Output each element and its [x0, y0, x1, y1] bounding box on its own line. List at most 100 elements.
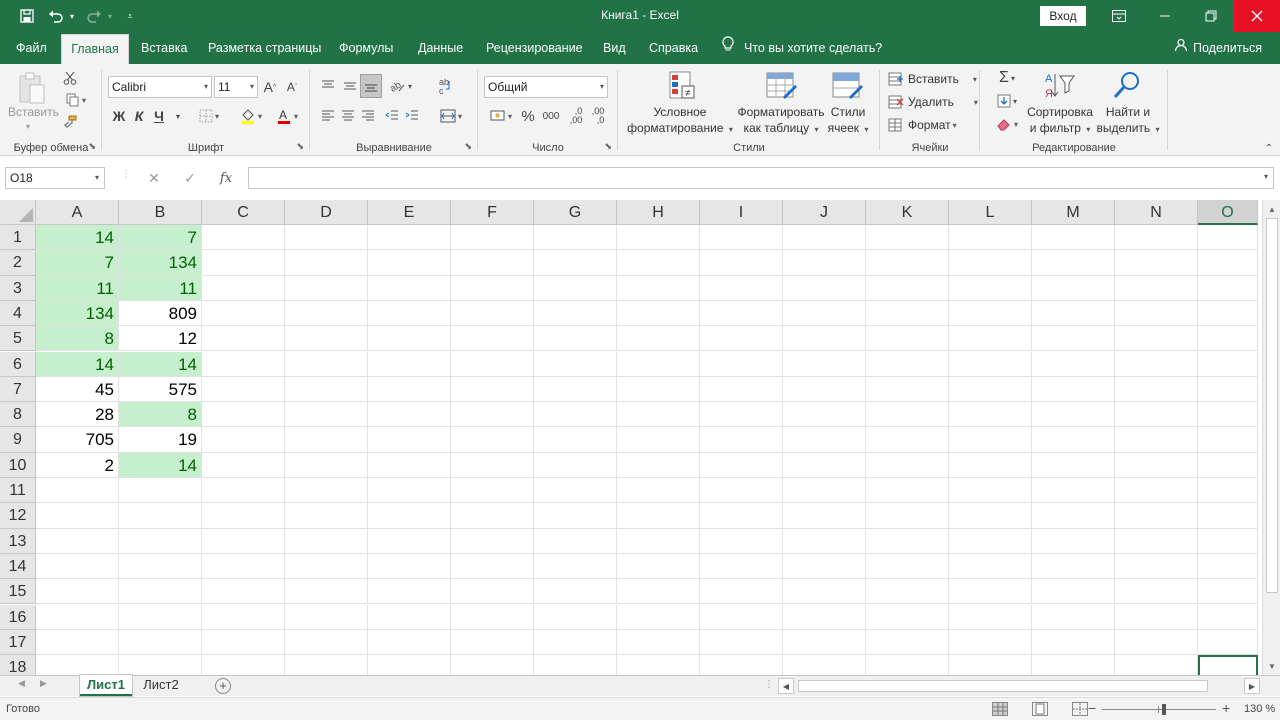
- cell-h15[interactable]: [617, 579, 700, 605]
- accounting-format-icon[interactable]: ▾: [484, 106, 518, 126]
- cell-c16[interactable]: [202, 604, 285, 630]
- cell-a5[interactable]: 8: [36, 326, 119, 352]
- undo-icon[interactable]: [46, 6, 66, 26]
- cell-a17[interactable]: [36, 629, 119, 656]
- cell-e3[interactable]: [368, 275, 451, 301]
- restore-icon[interactable]: [1188, 0, 1234, 32]
- cell-o16[interactable]: [1198, 604, 1258, 630]
- cell-d11[interactable]: [285, 478, 368, 504]
- cell-l8[interactable]: [949, 402, 1032, 428]
- format-as-table-icon[interactable]: [764, 68, 798, 104]
- cell-j9[interactable]: [783, 427, 866, 453]
- close-icon[interactable]: [1234, 0, 1280, 32]
- fill-color-icon[interactable]: ▾: [234, 106, 268, 126]
- cell-d4[interactable]: [285, 300, 368, 327]
- cell-g6[interactable]: [534, 351, 617, 377]
- tab-insert[interactable]: Вставка: [141, 34, 187, 64]
- cell-c9[interactable]: [202, 427, 285, 453]
- cell-n10[interactable]: [1115, 452, 1198, 478]
- row-header-18[interactable]: 18: [0, 655, 36, 675]
- cell-a10[interactable]: 2: [36, 452, 119, 478]
- fill-icon[interactable]: ▾: [990, 91, 1024, 111]
- cell-g16[interactable]: [534, 604, 617, 630]
- scroll-right-icon[interactable]: ▶: [1244, 678, 1260, 694]
- cell-g17[interactable]: [534, 629, 617, 656]
- cell-g15[interactable]: [534, 579, 617, 605]
- column-header-o[interactable]: O: [1198, 200, 1258, 225]
- cell-j4[interactable]: [783, 300, 866, 327]
- cell-k10[interactable]: [866, 452, 949, 478]
- cell-k4[interactable]: [866, 300, 949, 327]
- column-header-l[interactable]: L: [949, 200, 1032, 225]
- cell-d3[interactable]: [285, 275, 368, 301]
- conditional-formatting-button[interactable]: форматирование ▾: [622, 121, 738, 137]
- format-as-table-button[interactable]: как таблицу ▾: [730, 121, 832, 137]
- cell-d10[interactable]: [285, 452, 368, 478]
- bold-button[interactable]: Ж: [110, 106, 128, 126]
- cell-o3[interactable]: [1198, 275, 1258, 301]
- collapse-ribbon-icon[interactable]: ⌃: [1262, 142, 1276, 154]
- cell-b5[interactable]: 12: [119, 326, 202, 352]
- cell-b12[interactable]: [119, 503, 202, 529]
- cell-i14[interactable]: [700, 553, 783, 580]
- cell-d18[interactable]: [285, 655, 368, 675]
- cell-b2[interactable]: 134: [119, 250, 202, 276]
- cell-o15[interactable]: [1198, 579, 1258, 605]
- cell-j6[interactable]: [783, 351, 866, 377]
- cell-j1[interactable]: [783, 225, 866, 251]
- cell-k11[interactable]: [866, 478, 949, 504]
- column-header-g[interactable]: G: [534, 200, 617, 225]
- cell-h1[interactable]: [617, 225, 700, 251]
- cell-f15[interactable]: [451, 579, 534, 605]
- expand-formula-bar-icon[interactable]: ▾: [1264, 172, 1268, 181]
- cell-c2[interactable]: [202, 250, 285, 276]
- redo-dropdown-icon[interactable]: ▾: [104, 6, 116, 26]
- cell-j15[interactable]: [783, 579, 866, 605]
- cell-f9[interactable]: [451, 427, 534, 453]
- cell-c4[interactable]: [202, 300, 285, 327]
- cell-e18[interactable]: [368, 655, 451, 675]
- cell-e6[interactable]: [368, 351, 451, 377]
- number-launcher-icon[interactable]: ⬊: [604, 141, 612, 152]
- enter-icon[interactable]: ✓: [180, 168, 200, 188]
- name-box[interactable]: O18 ▾: [5, 167, 105, 189]
- cell-e9[interactable]: [368, 427, 451, 453]
- column-header-c[interactable]: C: [202, 200, 285, 225]
- normal-view-icon[interactable]: [992, 702, 1008, 716]
- cell-a3[interactable]: 11: [36, 275, 119, 301]
- cell-h17[interactable]: [617, 629, 700, 656]
- cell-m16[interactable]: [1032, 604, 1115, 630]
- cell-b14[interactable]: [119, 553, 202, 580]
- cell-c7[interactable]: [202, 376, 285, 403]
- cell-i16[interactable]: [700, 604, 783, 630]
- cell-m15[interactable]: [1032, 579, 1115, 605]
- copy-icon[interactable]: ▾: [62, 92, 90, 108]
- cancel-icon[interactable]: ✕: [144, 168, 164, 188]
- cell-o7[interactable]: [1198, 376, 1258, 403]
- scroll-up-icon[interactable]: ▲: [1265, 202, 1279, 216]
- cell-l15[interactable]: [949, 579, 1032, 605]
- cell-a1[interactable]: 14: [36, 225, 119, 251]
- cell-m13[interactable]: [1032, 528, 1115, 554]
- align-center-icon[interactable]: [338, 106, 358, 126]
- cell-i3[interactable]: [700, 275, 783, 301]
- cell-d9[interactable]: [285, 427, 368, 453]
- column-header-f[interactable]: F: [451, 200, 534, 225]
- cell-i8[interactable]: [700, 402, 783, 428]
- sheet-tab-1[interactable]: Лист1: [80, 675, 132, 696]
- cell-e16[interactable]: [368, 604, 451, 630]
- cell-f3[interactable]: [451, 275, 534, 301]
- cell-o4[interactable]: [1198, 300, 1258, 327]
- sign-in-button[interactable]: Вход: [1040, 6, 1086, 26]
- column-header-a[interactable]: A: [36, 200, 119, 225]
- align-bottom-icon[interactable]: [360, 74, 382, 98]
- sort-filter-icon[interactable]: АЯ: [1042, 68, 1076, 102]
- cell-n8[interactable]: [1115, 402, 1198, 428]
- cell-e10[interactable]: [368, 452, 451, 478]
- sort-filter-button[interactable]: и фильтр ▾: [1020, 121, 1100, 137]
- row-header-6[interactable]: 6: [0, 351, 36, 377]
- cell-k16[interactable]: [866, 604, 949, 630]
- row-header-7[interactable]: 7: [0, 376, 36, 403]
- cell-j11[interactable]: [783, 478, 866, 504]
- cell-m9[interactable]: [1032, 427, 1115, 453]
